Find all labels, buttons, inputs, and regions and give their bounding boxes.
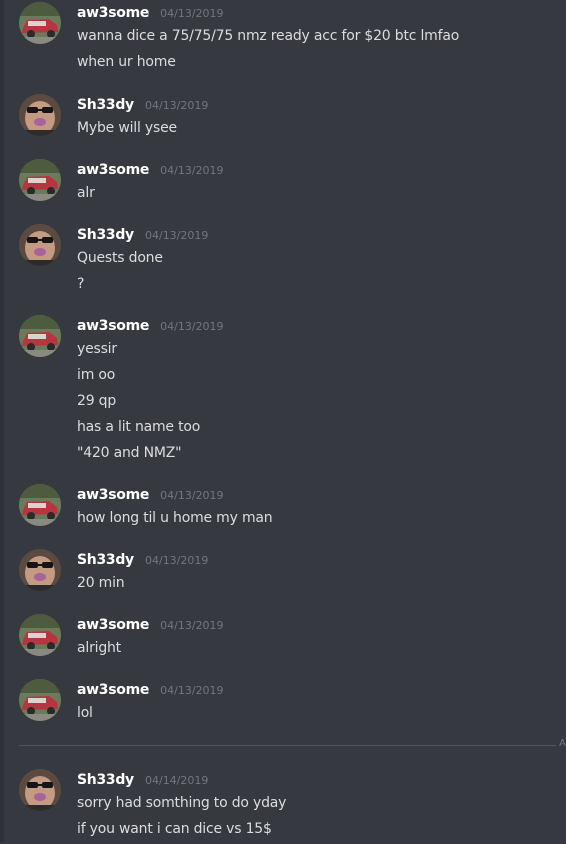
username[interactable]: Sh33dy: [77, 227, 134, 243]
timestamp: 04/13/2019: [160, 320, 224, 333]
message-line: sorry had somthing to do yday: [77, 795, 287, 811]
avatar-sunglasses[interactable]: [19, 549, 61, 591]
car-avatar-icon: [19, 484, 61, 526]
avatar-sunglasses[interactable]: [19, 769, 61, 811]
message-line: wanna dice a 75/75/75 nmz ready acc for …: [77, 28, 460, 44]
message-group: Sh33dy 04/13/2019 Mybe will ysee: [0, 94, 566, 142]
username[interactable]: Sh33dy: [77, 772, 134, 788]
message-group: Sh33dy 04/13/2019 Quests done ?: [0, 224, 566, 294]
message-line: alr: [77, 185, 95, 201]
car-avatar-icon: [19, 679, 61, 721]
timestamp: 04/14/2019: [144, 774, 209, 787]
date-divider-label: A: [556, 738, 566, 749]
avatar-sunglasses[interactable]: [19, 224, 61, 266]
username[interactable]: aw3some: [77, 5, 149, 21]
sunglasses-avatar-icon: [19, 549, 61, 591]
avatar-car[interactable]: [19, 679, 61, 721]
message-line: yessir: [77, 341, 117, 357]
message-line: has a lit name too: [77, 419, 201, 435]
timestamp: 04/13/2019: [160, 684, 224, 697]
message-line: 20 min: [77, 575, 125, 591]
timestamp: 04/13/2019: [160, 164, 224, 177]
date-divider: [19, 745, 556, 746]
avatar-car[interactable]: [19, 315, 61, 357]
message-line: lol: [77, 705, 93, 721]
message-group: aw3some 04/13/2019 how long til u home m…: [0, 484, 566, 532]
message-line: im oo: [77, 367, 116, 383]
message-group: Sh33dy 04/14/2019 sorry had somthing to …: [0, 769, 566, 841]
message-line: Mybe will ysee: [77, 120, 177, 136]
car-avatar-icon: [19, 159, 61, 201]
username[interactable]: aw3some: [77, 318, 149, 334]
timestamp: 04/13/2019: [160, 489, 224, 502]
avatar-car[interactable]: [19, 2, 61, 44]
message-group: aw3some 04/13/2019 alr: [0, 159, 566, 207]
timestamp: 04/13/2019: [144, 554, 209, 567]
message-group: aw3some 04/13/2019 alright: [0, 614, 566, 662]
message-group: aw3some 04/13/2019 lol: [0, 679, 566, 727]
message-line: ?: [77, 276, 85, 292]
timestamp: 04/13/2019: [160, 7, 224, 20]
car-avatar-icon: [19, 315, 61, 357]
username[interactable]: aw3some: [77, 617, 149, 633]
avatar-car[interactable]: [19, 159, 61, 201]
avatar-car[interactable]: [19, 484, 61, 526]
message-line: when ur home: [77, 54, 176, 70]
username[interactable]: aw3some: [77, 162, 149, 178]
car-avatar-icon: [19, 614, 61, 656]
message-line: if you want i can dice vs 15$: [77, 821, 272, 837]
message-line: 29 qp: [77, 393, 117, 409]
message-line: "420 and NMZ": [77, 445, 182, 461]
message-line: alright: [77, 640, 121, 656]
timestamp: 04/13/2019: [144, 99, 209, 112]
username[interactable]: Sh33dy: [77, 552, 134, 568]
username[interactable]: aw3some: [77, 682, 149, 698]
message-line: Quests done: [77, 250, 163, 266]
avatar-car[interactable]: [19, 614, 61, 656]
timestamp: 04/13/2019: [160, 619, 224, 632]
message-group: aw3some 04/13/2019 wanna dice a 75/75/75…: [0, 2, 566, 72]
message-line: how long til u home my man: [77, 510, 273, 526]
username[interactable]: Sh33dy: [77, 97, 134, 113]
avatar-sunglasses[interactable]: [19, 94, 61, 136]
username[interactable]: aw3some: [77, 487, 149, 503]
sunglasses-avatar-icon: [19, 224, 61, 266]
car-avatar-icon: [19, 2, 61, 44]
timestamp: 04/13/2019: [144, 229, 209, 242]
message-group: aw3some 04/13/2019 yessir im oo 29 qp ha…: [0, 315, 566, 465]
sunglasses-avatar-icon: [19, 94, 61, 136]
message-group: Sh33dy 04/13/2019 20 min: [0, 549, 566, 597]
sunglasses-avatar-icon: [19, 769, 61, 811]
